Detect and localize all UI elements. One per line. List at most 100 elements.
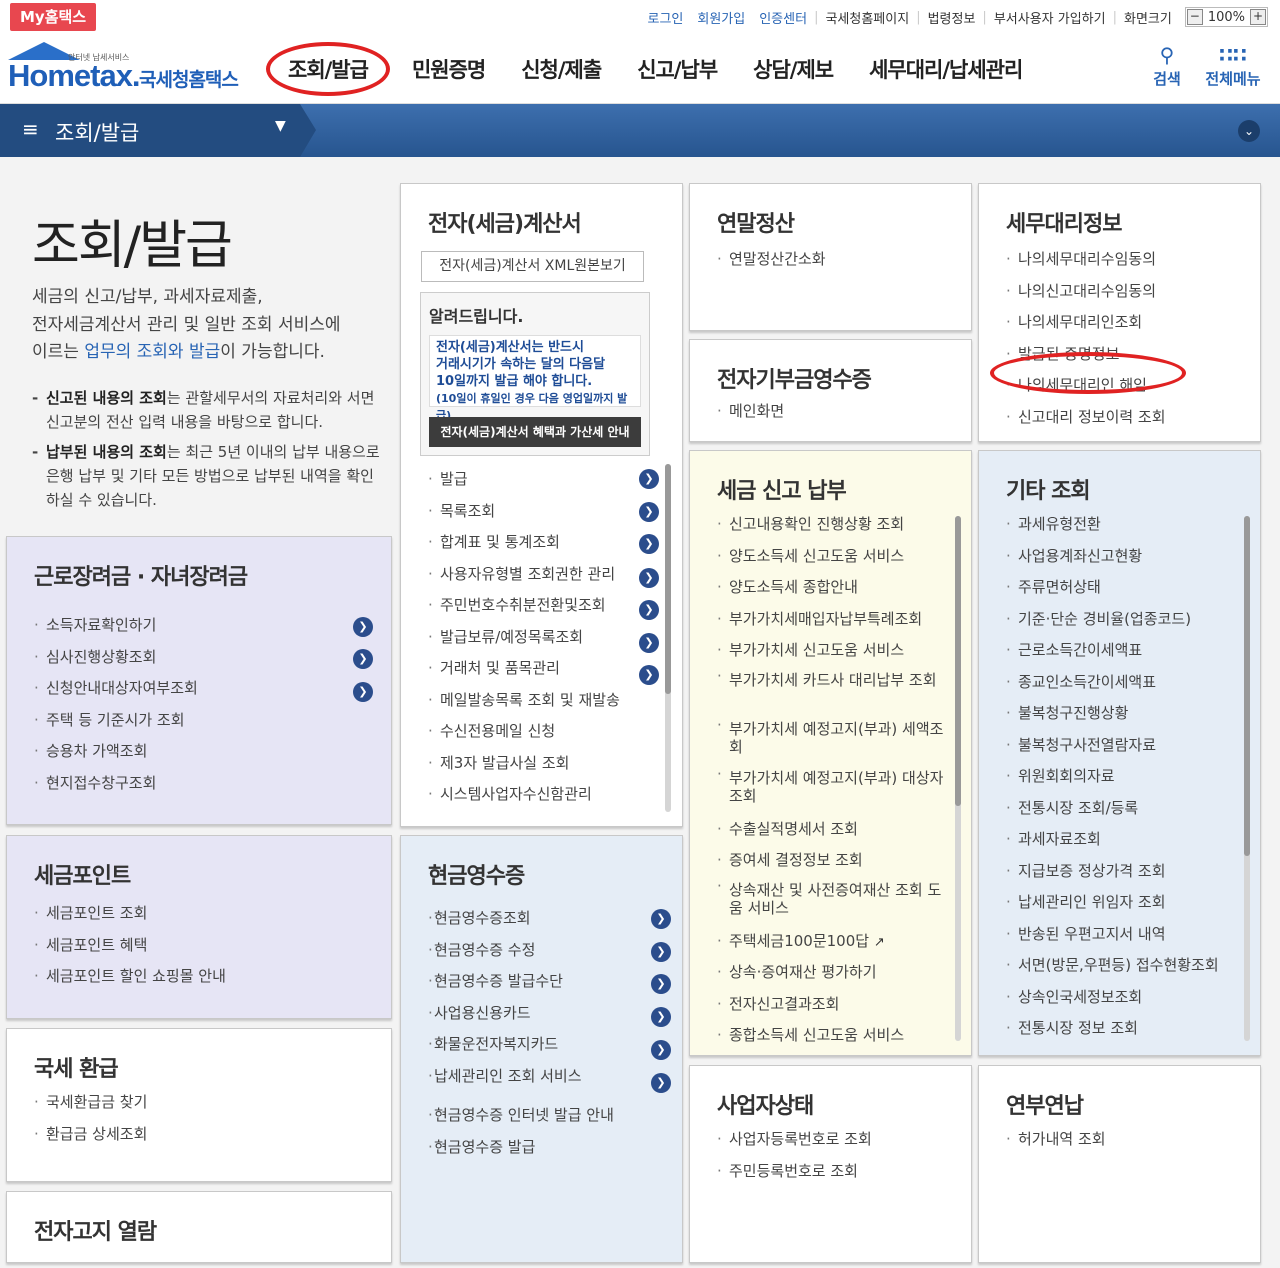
list-item[interactable]: 기준·단순 경비율(업종코드) <box>1006 604 1219 636</box>
other-scrollbar[interactable] <box>1244 516 1250 1041</box>
list-item[interactable]: 지급보증 정상가격 조회 <box>1006 856 1219 888</box>
list-item[interactable]: 증여세 결정정보 조회 <box>717 845 952 877</box>
list-item[interactable]: 서면(방문,우편등) 접수현황조회 <box>1006 950 1219 982</box>
nav-civil-certificate[interactable]: 민원증명 <box>412 54 486 84</box>
list-item[interactable]: 세금포인트 혜택 <box>34 930 226 962</box>
login-link[interactable]: 로그인 <box>640 8 690 27</box>
nav-application-submission[interactable]: 신청/제출 <box>521 54 602 84</box>
list-item[interactable]: 나의세무대리인 해임 <box>1006 370 1166 402</box>
zoom-in-button[interactable]: + <box>1250 9 1266 25</box>
nav-consult-report[interactable]: 상담/제보 <box>753 54 834 84</box>
chevron-right-icon[interactable]: ❯ <box>353 617 373 637</box>
chevron-right-icon[interactable]: ❯ <box>651 1007 671 1027</box>
list-item[interactable]: 부가가치세매입자납부특례조회 <box>717 604 952 636</box>
list-item[interactable]: 수신전용메일 신청 <box>428 716 620 748</box>
chevron-right-icon[interactable]: ❯ <box>651 909 671 929</box>
list-item[interactable]: 신고대리 정보이력 조회 <box>1006 402 1166 434</box>
list-item[interactable]: 납세관리인 위임자 조회 <box>1006 887 1219 919</box>
nav-tax-agent[interactable]: 세무대리/납세관리 <box>869 54 1023 84</box>
list-item[interactable]: 신청안내대상자여부조회 <box>34 673 198 705</box>
list-item[interactable]: 부가가치세 예정고지(부과) 세액조회 <box>717 716 952 765</box>
list-item[interactable]: 주민등록번호로 조회 <box>717 1156 872 1188</box>
dept-user-signup-link[interactable]: 부서사용자 가입하기 <box>987 8 1113 27</box>
list-item[interactable]: 거래처 및 품목관리 <box>428 653 620 685</box>
list-item[interactable]: 종교인소득간이세액표 <box>1006 667 1219 699</box>
list-item[interactable]: 세금포인트 조회 <box>34 898 226 930</box>
all-menu-button[interactable]: ∷∷ 전체메뉴 <box>1200 42 1266 89</box>
list-item[interactable]: 신고내용확인 진행상황 조회 <box>717 509 952 541</box>
list-item[interactable]: 나의세무대리인조회 <box>1006 307 1166 339</box>
chevron-right-icon[interactable]: ❯ <box>639 534 659 554</box>
nav-inquiry-issuance[interactable]: 조회/발급 <box>266 42 390 96</box>
list-item[interactable]: 주류면허상태 <box>1006 572 1219 604</box>
list-item[interactable]: 상속재산 및 사전증여재산 조회 도움 서비스 <box>717 877 952 926</box>
list-item[interactable]: 현금영수증 발급 <box>428 1132 614 1164</box>
nts-homepage-link[interactable]: 국세청홈페이지 <box>818 8 916 27</box>
list-item[interactable]: 부가가치세 카드사 대리납부 조회 <box>717 667 952 716</box>
list-item[interactable]: 나의신고대리수임동의 <box>1006 276 1166 308</box>
chevron-right-icon[interactable]: ❯ <box>651 1040 671 1060</box>
list-item[interactable]: 제3자 발급사실 조회 <box>428 748 620 780</box>
hometax-logo[interactable]: 안터넷 납세서비스 Hometax. 국세청홈택스 <box>6 42 246 98</box>
list-item[interactable]: 납세관리인 조회 서비스 <box>428 1061 614 1093</box>
list-item[interactable]: 부가가치세 예정고지(부과) 대상자 조회 <box>717 765 952 814</box>
list-item[interactable]: 현금영수증 발급수단 <box>428 966 614 998</box>
list-item[interactable]: 양도소득세 신고도움 서비스 <box>717 541 952 573</box>
chevron-right-icon[interactable]: ❯ <box>651 1073 671 1093</box>
list-item[interactable]: 반송된 우편고지서 내역 <box>1006 919 1219 951</box>
list-item[interactable]: 과세자료조회 <box>1006 824 1219 856</box>
list-item[interactable]: 사업용신용카드 <box>428 998 614 1030</box>
list-item[interactable]: 불복청구사전열람자료 <box>1006 730 1219 762</box>
list-item[interactable]: 위원회회의자료 <box>1006 761 1219 793</box>
list-item[interactable]: 현금영수증 인터넷 발급 안내 <box>428 1100 614 1132</box>
chevron-right-icon[interactable]: ❯ <box>639 633 659 653</box>
etax-scrollbar[interactable] <box>665 464 671 812</box>
list-item[interactable]: 부가가치세 신고도움 서비스 <box>717 635 952 667</box>
list-item[interactable]: 소득자료확인하기 <box>34 610 198 642</box>
list-item[interactable]: 발급 <box>428 464 620 496</box>
list-item[interactable]: 주택 등 기준시가 조회 <box>34 705 198 737</box>
list-item[interactable]: 과세유형전환 <box>1006 509 1219 541</box>
list-item[interactable]: 연말정산간소화 <box>717 244 826 276</box>
list-item[interactable]: 허가내역 조회 <box>1006 1124 1106 1156</box>
cert-center-link[interactable]: 인증센터 <box>752 8 814 27</box>
expand-chevron-icon[interactable]: ⌄ <box>1238 120 1260 142</box>
list-item[interactable]: 주민번호수취분전환및조회 <box>428 590 620 622</box>
xml-view-button[interactable]: 전자(세금)계산서 XML원본보기 <box>421 251 644 282</box>
list-item[interactable]: 전통시장 정보 조회 <box>1006 1013 1219 1045</box>
list-item[interactable]: 화물운전자복지카드 <box>428 1029 614 1061</box>
chevron-right-icon[interactable]: ❯ <box>639 502 659 522</box>
chevron-right-icon[interactable]: ❯ <box>353 682 373 702</box>
list-item[interactable]: 메인화면 <box>717 396 784 428</box>
list-item[interactable]: 세금포인트 할인 쇼핑몰 안내 <box>34 961 226 993</box>
list-item[interactable]: 국세환급금 찾기 <box>34 1087 147 1119</box>
list-item[interactable]: 사업용계좌신고현황 <box>1006 541 1219 573</box>
list-item[interactable]: 나의세무대리수임동의 <box>1006 244 1166 276</box>
list-item[interactable]: 발급보류/예정목록조회 <box>428 622 620 654</box>
chevron-right-icon[interactable]: ❯ <box>651 974 671 994</box>
my-hometax-button[interactable]: My홈택스 <box>10 3 97 31</box>
list-item[interactable]: 현금영수증조회 <box>428 903 614 935</box>
list-item[interactable]: 목록조회 <box>428 496 620 528</box>
chevron-right-icon[interactable]: ❯ <box>639 568 659 588</box>
list-item[interactable]: 양도소득세 종합안내 <box>717 572 952 604</box>
list-item[interactable]: 승용차 가액조회 <box>34 736 198 768</box>
list-item[interactable]: 상속·증여재산 평가하기 <box>717 957 952 989</box>
list-item[interactable]: 환급금 상세조회 <box>34 1119 147 1151</box>
list-item[interactable]: 상속인국세정보조회 <box>1006 982 1219 1014</box>
list-item[interactable]: 종합소득세 신고도움 서비스 <box>717 1020 952 1052</box>
list-item[interactable]: 전자신고결과조회 <box>717 989 952 1021</box>
list-item[interactable]: 시스템사업자수신함관리 <box>428 779 620 811</box>
list-item[interactable]: 근로소득간이세액표 <box>1006 635 1219 667</box>
signup-link[interactable]: 회원가입 <box>690 8 752 27</box>
section-menu-dropdown[interactable]: ≡ 조회/발급 ▼ <box>0 104 300 157</box>
list-item[interactable]: 발급된 증명정보 <box>1006 339 1166 371</box>
list-item[interactable]: 심사진행상황조회 <box>34 642 198 674</box>
list-item[interactable]: 주택세금100문100답 ↗ <box>717 926 952 958</box>
chevron-right-icon[interactable]: ❯ <box>639 600 659 620</box>
list-item[interactable]: 현지접수창구조회 <box>34 768 198 800</box>
list-item[interactable]: 사용자유형별 조회권한 관리 <box>428 559 620 591</box>
list-item[interactable]: 수출실적명세서 조회 <box>717 814 952 846</box>
list-item[interactable]: 불복청구진행상황 <box>1006 698 1219 730</box>
card-e-notice[interactable]: 전자고지 열람 <box>6 1191 392 1263</box>
